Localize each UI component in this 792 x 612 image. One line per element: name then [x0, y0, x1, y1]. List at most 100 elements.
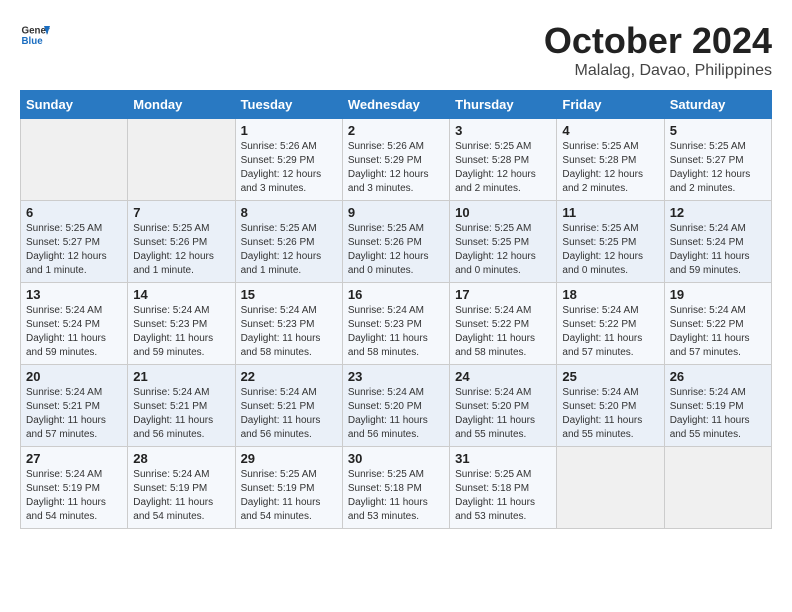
day-info: Sunrise: 5:24 AM Sunset: 5:23 PM Dayligh… — [348, 304, 444, 360]
day-info: Sunrise: 5:25 AM Sunset: 5:18 PM Dayligh… — [348, 468, 444, 524]
day-number: 26 — [670, 369, 766, 384]
day-number: 14 — [133, 287, 229, 302]
day-number: 1 — [241, 123, 337, 138]
weekday-header-wednesday: Wednesday — [342, 91, 449, 119]
calendar-cell: 19 Sunrise: 5:24 AM Sunset: 5:22 PM Dayli… — [664, 283, 771, 365]
calendar-cell: 27Sunrise: 5:24 AM Sunset: 5:19 PM Dayli… — [21, 447, 128, 529]
day-number: 15 — [241, 287, 337, 302]
day-number: 5 — [670, 123, 766, 138]
day-number: 11 — [562, 205, 658, 220]
day-info: Sunrise: 5:24 AM Sunset: 5:22 PM Dayligh… — [670, 304, 766, 360]
day-number: 8 — [241, 205, 337, 220]
calendar-cell: 3Sunrise: 5:25 AM Sunset: 5:28 PM Daylig… — [450, 119, 557, 201]
day-info: Sunrise: 5:25 AM Sunset: 5:26 PM Dayligh… — [133, 222, 229, 278]
day-info: Sunrise: 5:26 AM Sunset: 5:29 PM Dayligh… — [241, 140, 337, 196]
day-number: 30 — [348, 451, 444, 466]
calendar-cell: 21 Sunrise: 5:24 AM Sunset: 5:21 PM Dayli… — [128, 365, 235, 447]
day-info: Sunrise: 5:24 AM Sunset: 5:24 PM Dayligh… — [670, 222, 766, 278]
day-number: 4 — [562, 123, 658, 138]
day-info: Sunrise: 5:24 AM Sunset: 5:22 PM Dayligh… — [562, 304, 658, 360]
calendar-cell: 5 Sunrise: 5:25 AM Sunset: 5:27 PM Daylig… — [664, 119, 771, 201]
week-row-3: 13 Sunrise: 5:24 AM Sunset: 5:24 PM Dayli… — [21, 283, 772, 365]
day-number: 21 — [133, 369, 229, 384]
day-info: Sunrise: 5:24 AM Sunset: 5:21 PM Dayligh… — [26, 386, 122, 442]
calendar-table: SundayMondayTuesdayWednesdayThursdayFrid… — [20, 90, 772, 529]
calendar-body: 1 Sunrise: 5:26 AM Sunset: 5:29 PM Daylig… — [21, 119, 772, 529]
day-number: 25 — [562, 369, 658, 384]
day-info: Sunrise: 5:25 AM Sunset: 5:25 PM Dayligh… — [455, 222, 551, 278]
day-info: Sunrise: 5:24 AM Sunset: 5:23 PM Dayligh… — [241, 304, 337, 360]
month-title: October 2024 — [544, 20, 772, 62]
day-info: Sunrise: 5:25 AM Sunset: 5:27 PM Dayligh… — [26, 222, 122, 278]
day-info: Sunrise: 5:25 AM Sunset: 5:27 PM Dayligh… — [670, 140, 766, 196]
day-number: 23 — [348, 369, 444, 384]
day-number: 19 — [670, 287, 766, 302]
week-row-4: 20 Sunrise: 5:24 AM Sunset: 5:21 PM Dayli… — [21, 365, 772, 447]
calendar-cell: 16 Sunrise: 5:24 AM Sunset: 5:23 PM Dayli… — [342, 283, 449, 365]
weekday-header-sunday: Sunday — [21, 91, 128, 119]
day-info: Sunrise: 5:24 AM Sunset: 5:19 PM Dayligh… — [26, 468, 122, 524]
logo-icon: General Blue — [20, 20, 50, 50]
day-number: 28 — [133, 451, 229, 466]
day-info: Sunrise: 5:24 AM Sunset: 5:22 PM Dayligh… — [455, 304, 551, 360]
calendar-cell: 25 Sunrise: 5:24 AM Sunset: 5:20 PM Dayli… — [557, 365, 664, 447]
title-block: October 2024 Malalag, Davao, Philippines — [544, 20, 772, 80]
day-number: 10 — [455, 205, 551, 220]
day-info: Sunrise: 5:24 AM Sunset: 5:23 PM Dayligh… — [133, 304, 229, 360]
day-info: Sunrise: 5:24 AM Sunset: 5:19 PM Dayligh… — [133, 468, 229, 524]
page-header: General Blue October 2024 Malalag, Davao… — [20, 20, 772, 80]
calendar-cell: 9 Sunrise: 5:25 AM Sunset: 5:26 PM Daylig… — [342, 201, 449, 283]
svg-text:Blue: Blue — [22, 36, 44, 47]
logo: General Blue — [20, 20, 50, 50]
week-row-2: 6Sunrise: 5:25 AM Sunset: 5:27 PM Daylig… — [21, 201, 772, 283]
weekday-header-monday: Monday — [128, 91, 235, 119]
day-number: 13 — [26, 287, 122, 302]
calendar-cell: 13 Sunrise: 5:24 AM Sunset: 5:24 PM Dayli… — [21, 283, 128, 365]
day-number: 17 — [455, 287, 551, 302]
calendar-cell — [128, 119, 235, 201]
calendar-cell: 17 Sunrise: 5:24 AM Sunset: 5:22 PM Dayli… — [450, 283, 557, 365]
day-info: Sunrise: 5:24 AM Sunset: 5:19 PM Dayligh… — [670, 386, 766, 442]
calendar-cell: 10 Sunrise: 5:25 AM Sunset: 5:25 PM Dayli… — [450, 201, 557, 283]
day-number: 9 — [348, 205, 444, 220]
weekday-header-saturday: Saturday — [664, 91, 771, 119]
day-info: Sunrise: 5:24 AM Sunset: 5:24 PM Dayligh… — [26, 304, 122, 360]
day-info: Sunrise: 5:26 AM Sunset: 5:29 PM Dayligh… — [348, 140, 444, 196]
calendar-cell — [21, 119, 128, 201]
calendar-cell: 30 Sunrise: 5:25 AM Sunset: 5:18 PM Dayli… — [342, 447, 449, 529]
day-info: Sunrise: 5:25 AM Sunset: 5:26 PM Dayligh… — [348, 222, 444, 278]
day-number: 20 — [26, 369, 122, 384]
weekday-header-thursday: Thursday — [450, 91, 557, 119]
day-number: 7 — [133, 205, 229, 220]
day-number: 29 — [241, 451, 337, 466]
weekday-header-row: SundayMondayTuesdayWednesdayThursdayFrid… — [21, 91, 772, 119]
calendar-cell: 1 Sunrise: 5:26 AM Sunset: 5:29 PM Daylig… — [235, 119, 342, 201]
day-info: Sunrise: 5:25 AM Sunset: 5:18 PM Dayligh… — [455, 468, 551, 524]
calendar-cell: 11Sunrise: 5:25 AM Sunset: 5:25 PM Dayli… — [557, 201, 664, 283]
calendar-cell — [664, 447, 771, 529]
day-info: Sunrise: 5:24 AM Sunset: 5:21 PM Dayligh… — [133, 386, 229, 442]
day-info: Sunrise: 5:25 AM Sunset: 5:26 PM Dayligh… — [241, 222, 337, 278]
day-number: 18 — [562, 287, 658, 302]
week-row-5: 27Sunrise: 5:24 AM Sunset: 5:19 PM Dayli… — [21, 447, 772, 529]
day-number: 12 — [670, 205, 766, 220]
calendar-cell: 2 Sunrise: 5:26 AM Sunset: 5:29 PM Daylig… — [342, 119, 449, 201]
calendar-cell: 23 Sunrise: 5:24 AM Sunset: 5:20 PM Dayli… — [342, 365, 449, 447]
calendar-cell: 12 Sunrise: 5:24 AM Sunset: 5:24 PM Dayli… — [664, 201, 771, 283]
week-row-1: 1 Sunrise: 5:26 AM Sunset: 5:29 PM Daylig… — [21, 119, 772, 201]
day-number: 2 — [348, 123, 444, 138]
day-info: Sunrise: 5:24 AM Sunset: 5:20 PM Dayligh… — [348, 386, 444, 442]
calendar-cell: 18 Sunrise: 5:24 AM Sunset: 5:22 PM Dayli… — [557, 283, 664, 365]
day-info: Sunrise: 5:24 AM Sunset: 5:20 PM Dayligh… — [562, 386, 658, 442]
calendar-cell: 20 Sunrise: 5:24 AM Sunset: 5:21 PM Dayli… — [21, 365, 128, 447]
day-number: 31 — [455, 451, 551, 466]
calendar-cell: 31 Sunrise: 5:25 AM Sunset: 5:18 PM Dayli… — [450, 447, 557, 529]
calendar-cell: 6Sunrise: 5:25 AM Sunset: 5:27 PM Daylig… — [21, 201, 128, 283]
day-info: Sunrise: 5:25 AM Sunset: 5:28 PM Dayligh… — [562, 140, 658, 196]
calendar-cell: 15 Sunrise: 5:24 AM Sunset: 5:23 PM Dayli… — [235, 283, 342, 365]
calendar-cell: 28 Sunrise: 5:24 AM Sunset: 5:19 PM Dayli… — [128, 447, 235, 529]
location: Malalag, Davao, Philippines — [544, 62, 772, 80]
day-number: 16 — [348, 287, 444, 302]
weekday-header-friday: Friday — [557, 91, 664, 119]
day-number: 3 — [455, 123, 551, 138]
